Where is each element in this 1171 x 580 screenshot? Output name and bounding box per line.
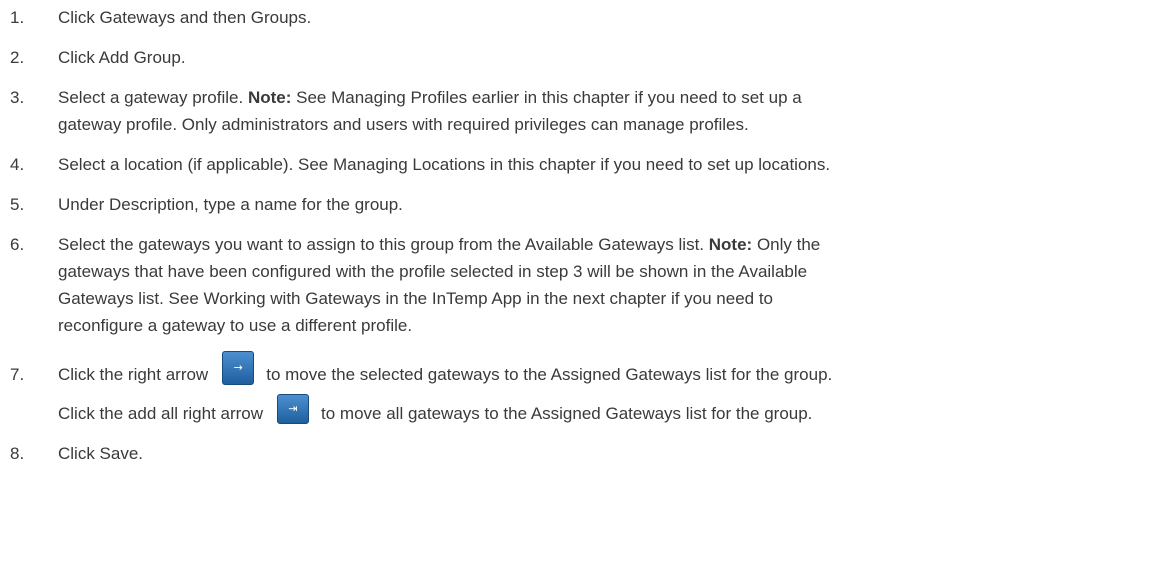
instruction-document: 1. Click Gateways and then Groups. 2. Cl… xyxy=(0,0,1171,580)
step-body: Click the right arrow → to move the select… xyxy=(58,351,1161,427)
note-label: Note: xyxy=(247,88,292,107)
step-body: Select the gateways you want to assign t… xyxy=(58,231,1161,339)
step-4: 4. Select a location (if applicable). Se… xyxy=(10,151,1161,178)
step-text: Select the gateways you want to assign t… xyxy=(58,235,709,254)
step-text: to move all gateways to the Assigned Gat… xyxy=(321,404,813,423)
step-body: Select a gateway profile. Note: See Mana… xyxy=(58,84,1161,138)
step-number: 3. xyxy=(10,88,25,107)
step-7: 7. Click the right arrow → to move the sel… xyxy=(10,351,1161,427)
step-8: 8. Click Save. xyxy=(10,440,1161,467)
step-number: 6. xyxy=(10,235,25,254)
step-text: Click the add all right arrow xyxy=(58,404,264,423)
step-text: Under Description, type a name for the g… xyxy=(58,195,403,214)
note-label: Note: xyxy=(708,235,753,254)
step-text: Click Gateways and then Groups. xyxy=(58,8,312,27)
step-line: Select the gateways you want to assign t… xyxy=(58,231,1161,258)
step-6: 6. Select the gateways you want to assig… xyxy=(10,231,1161,339)
step-1: 1. Click Gateways and then Groups. xyxy=(10,4,1161,31)
step-number: 2. xyxy=(10,48,25,67)
step-text: See Managing Profiles earlier in this ch… xyxy=(291,88,802,107)
step-text: to move the selected gateways to the Ass… xyxy=(266,365,833,384)
step-text: Only the xyxy=(752,235,821,254)
step-text: Click Save. xyxy=(58,444,144,463)
step-text: Click the right arrow xyxy=(58,365,209,384)
step-line: Gateways list. See Working with Gateways… xyxy=(58,289,774,308)
move-all-right-arrow-icon: ⇥ xyxy=(277,394,310,424)
step-number: 7. xyxy=(10,365,25,384)
move-right-arrow-icon: → xyxy=(222,351,255,385)
step-5: 5. Under Description, type a name for th… xyxy=(10,191,1161,218)
step-line: Click the right arrow → to move the select… xyxy=(58,351,1161,388)
step-line: gateways that have been configured with … xyxy=(58,262,808,281)
step-line: gateway profile. Only administrators and… xyxy=(58,115,749,134)
step-line: Select a gateway profile. Note: See Mana… xyxy=(58,84,1161,111)
step-3: 3. Select a gateway profile. Note: See M… xyxy=(10,84,1161,138)
step-number: 5. xyxy=(10,195,25,214)
step-text: Select a gateway profile. xyxy=(58,88,248,107)
step-number: 4. xyxy=(10,155,25,174)
step-line: reconfigure a gateway to use a different… xyxy=(58,316,413,335)
step-number: 1. xyxy=(10,8,25,27)
step-2: 2. Click Add Group. xyxy=(10,44,1161,71)
step-number: 8. xyxy=(10,444,25,463)
step-line: Click the add all right arrow ⇥ to move al… xyxy=(58,394,1161,427)
step-text: Select a location (if applicable). See M… xyxy=(58,155,831,174)
step-text: Click Add Group. xyxy=(58,48,186,67)
steps-list: 1. Click Gateways and then Groups. 2. Cl… xyxy=(10,4,1161,467)
